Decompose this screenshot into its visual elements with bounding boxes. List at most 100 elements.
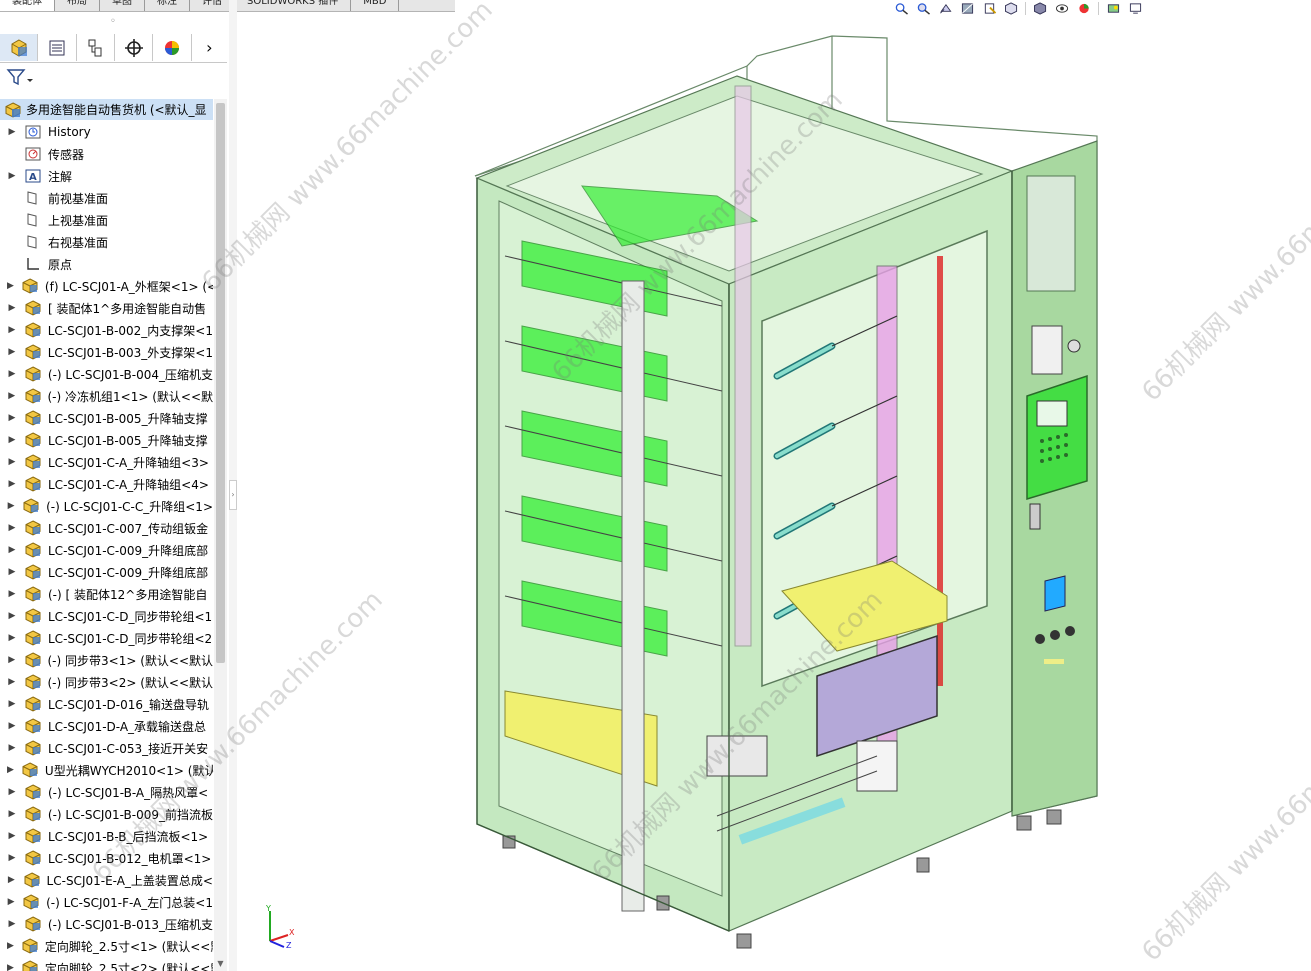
tree-item[interactable]: ▶传感器 [0, 143, 213, 165]
tab-feature-manager[interactable] [0, 34, 39, 61]
tree-item[interactable]: ▶ [ 装配体1^多用途智能自动售 [0, 297, 213, 319]
expand-arrow-icon[interactable]: ▶ [7, 325, 17, 335]
tree-item[interactable]: ▶ LC-SCJ01-C-D_同步带轮组<1 [0, 605, 213, 627]
tree-item[interactable]: ▶ (-) [ 装配体12^多用途智能自 [0, 583, 213, 605]
expand-arrow-icon[interactable]: ▶ [7, 501, 15, 511]
tree-item[interactable]: ▶ LC-SCJ01-C-009_升降组底部 [0, 539, 213, 561]
expand-arrow-icon[interactable]: ▶ [7, 479, 17, 489]
tree-item[interactable]: ▶ U型光耦WYCH2010<1> (默认 [0, 759, 213, 781]
expand-arrow-icon[interactable]: ▶ [7, 941, 14, 951]
hud-button[interactable] [1076, 1, 1092, 15]
expand-arrow-icon[interactable]: ▶ [7, 413, 17, 423]
tab-display-manager[interactable] [153, 34, 192, 61]
tab-2[interactable]: 草图 [100, 0, 145, 11]
tab-6[interactable]: MBD [351, 0, 400, 11]
tree-item[interactable]: ▶ (-) 同步带3<1> (默认<<默认 [0, 649, 213, 671]
tree-item[interactable]: ▶ LC-SCJ01-B-B_后挡流板<1> [0, 825, 213, 847]
tree-item[interactable]: ▶ LC-SCJ01-B-002_内支撑架<1 [0, 319, 213, 341]
tab-configuration-manager[interactable] [77, 34, 115, 61]
tree-item[interactable]: ▶右视基准面 [0, 231, 213, 253]
tree-item[interactable]: ▶ LC-SCJ01-C-007_传动组钣金 [0, 517, 213, 539]
more-tabs-arrow[interactable]: › [192, 34, 227, 61]
expand-arrow-icon[interactable]: ▶ [7, 127, 17, 137]
expand-arrow-icon[interactable]: ▶ [7, 809, 17, 819]
expand-arrow-icon[interactable]: ▶ [7, 875, 16, 885]
tree-item[interactable]: ▶ LC-SCJ01-B-012_电机罩<1> [0, 847, 213, 869]
tree-item[interactable]: ▶ (f) LC-SCJ01-A_外框架<1> (< [0, 275, 213, 297]
tree-item[interactable]: ▶ LC-SCJ01-B-005_升降轴支撑 [0, 407, 213, 429]
hud-button[interactable] [915, 1, 931, 15]
expand-arrow-icon[interactable]: ▶ [7, 281, 14, 291]
collapse-panel-icon[interactable]: › [229, 480, 237, 510]
tree-root-assembly[interactable]: 多用途智能自动售货机 (<默认_显 [0, 99, 213, 120]
filter-button[interactable] [6, 67, 34, 87]
expand-arrow-icon[interactable]: ▶ [7, 545, 17, 555]
expand-arrow-icon[interactable]: ▶ [7, 655, 17, 665]
expand-arrow-icon[interactable]: ▶ [7, 303, 17, 313]
expand-arrow-icon[interactable]: ▶ [7, 347, 17, 357]
tree-item[interactable]: ▶ LC-SCJ01-D-A_承载输送盘总 [0, 715, 213, 737]
hud-button[interactable] [937, 1, 953, 15]
scroll-down-arrow-icon[interactable]: ▼ [216, 959, 225, 969]
expand-arrow-icon[interactable]: ▶ [7, 369, 17, 379]
expand-arrow-icon[interactable]: ▶ [7, 699, 17, 709]
expand-arrow-icon[interactable]: ▶ [7, 391, 17, 401]
expand-arrow-icon[interactable]: ▶ [7, 171, 17, 181]
tab-1[interactable]: 布局 [55, 0, 100, 11]
tab-3[interactable]: 标注 [145, 0, 190, 11]
tree-item[interactable]: ▶上视基准面 [0, 209, 213, 231]
expand-arrow-icon[interactable]: ▶ [7, 787, 17, 797]
tab-5[interactable]: SOLIDWORKS 插件 [235, 0, 352, 11]
tree-item[interactable]: ▶ (-) 同步带3<2> (默认<<默认 [0, 671, 213, 693]
tree-item[interactable]: ▶ LC-SCJ01-C-053_接近开关安 [0, 737, 213, 759]
tree-item[interactable]: ▶ History [0, 121, 213, 143]
hud-button[interactable] [1054, 1, 1070, 15]
tree-item[interactable]: ▶ (-) 冷冻机组1<1> (默认<<默 [0, 385, 213, 407]
tree-item[interactable]: ▶ LC-SCJ01-C-A_升降轴组<4> [0, 473, 213, 495]
hud-button[interactable] [1105, 1, 1121, 15]
expand-arrow-icon[interactable]: ▶ [7, 457, 17, 467]
tree-item[interactable]: ▶ (-) LC-SCJ01-F-A_左门总装<1 [0, 891, 213, 913]
tree-item[interactable]: ▶ LC-SCJ01-B-003_外支撑架<1 [0, 341, 213, 363]
expand-arrow-icon[interactable]: ▶ [7, 633, 17, 643]
expand-arrow-icon[interactable]: ▶ [7, 721, 17, 731]
tree-item[interactable]: ▶ LC-SCJ01-C-D_同步带轮组<2 [0, 627, 213, 649]
tree-item[interactable]: ▶ (-) LC-SCJ01-C-C_升降组<1> [0, 495, 213, 517]
tree-scrollbar-thumb[interactable] [216, 103, 225, 663]
panel-grip-icon[interactable]: ◦ [105, 17, 121, 27]
tree-item[interactable]: ▶ LC-SCJ01-C-009_升降组底部 [0, 561, 213, 583]
tree-item[interactable]: ▶ LC-SCJ01-B-005_升降轴支撑 [0, 429, 213, 451]
expand-arrow-icon[interactable]: ▶ [7, 853, 17, 863]
panel-splitter[interactable]: › [229, 0, 237, 971]
tree-item[interactable]: ▶ (-) LC-SCJ01-B-004_压缩机支 [0, 363, 213, 385]
expand-arrow-icon[interactable]: ▶ [7, 589, 17, 599]
expand-arrow-icon[interactable]: ▶ [7, 743, 17, 753]
expand-arrow-icon[interactable]: ▶ [7, 897, 15, 907]
expand-arrow-icon[interactable]: ▶ [7, 765, 14, 775]
expand-arrow-icon[interactable]: ▶ [7, 677, 17, 687]
tree-scrollbar[interactable]: ▼ [214, 99, 227, 971]
tree-item[interactable]: ▶前视基准面 [0, 187, 213, 209]
hud-button[interactable] [1032, 1, 1048, 15]
hud-button[interactable] [1003, 1, 1019, 15]
tree-item[interactable]: ▶ (-) LC-SCJ01-B-009_前挡流板 [0, 803, 213, 825]
hud-button[interactable] [1127, 1, 1143, 15]
tree-item[interactable]: ▶ 定向脚轮_2.5寸<1> (默认<<默 [0, 935, 213, 957]
tree-item[interactable]: ▶ LC-SCJ01-D-016_输送盘导轨 [0, 693, 213, 715]
tree-item[interactable]: ▶ A 注解 [0, 165, 213, 187]
expand-arrow-icon[interactable]: ▶ [7, 435, 17, 445]
expand-arrow-icon[interactable]: ▶ [7, 831, 17, 841]
tree-item[interactable]: ▶ (-) LC-SCJ01-B-A_隔热风罩< [0, 781, 213, 803]
tree-item[interactable]: ▶ LC-SCJ01-E-A_上盖装置总成< [0, 869, 213, 891]
hud-button[interactable] [893, 1, 909, 15]
tree-item[interactable]: ▶ LC-SCJ01-C-A_升降轴组<3> [0, 451, 213, 473]
tree-item[interactable]: ▶ (-) LC-SCJ01-B-013_压缩机支 [0, 913, 213, 935]
expand-arrow-icon[interactable]: ▶ [7, 523, 17, 533]
graphics-area[interactable]: 66机械网 www.66machine.com 66机械网 www.66mach… [86, 0, 1311, 971]
expand-arrow-icon[interactable]: ▶ [7, 567, 17, 577]
tab-property-manager[interactable] [38, 34, 77, 61]
tree-item[interactable]: ▶ 定向脚轮_2.5寸<2> (默认<<默 [0, 957, 213, 971]
expand-arrow-icon[interactable]: ▶ [7, 919, 17, 929]
hud-button[interactable] [981, 1, 997, 15]
expand-arrow-icon[interactable]: ▶ [7, 611, 17, 621]
